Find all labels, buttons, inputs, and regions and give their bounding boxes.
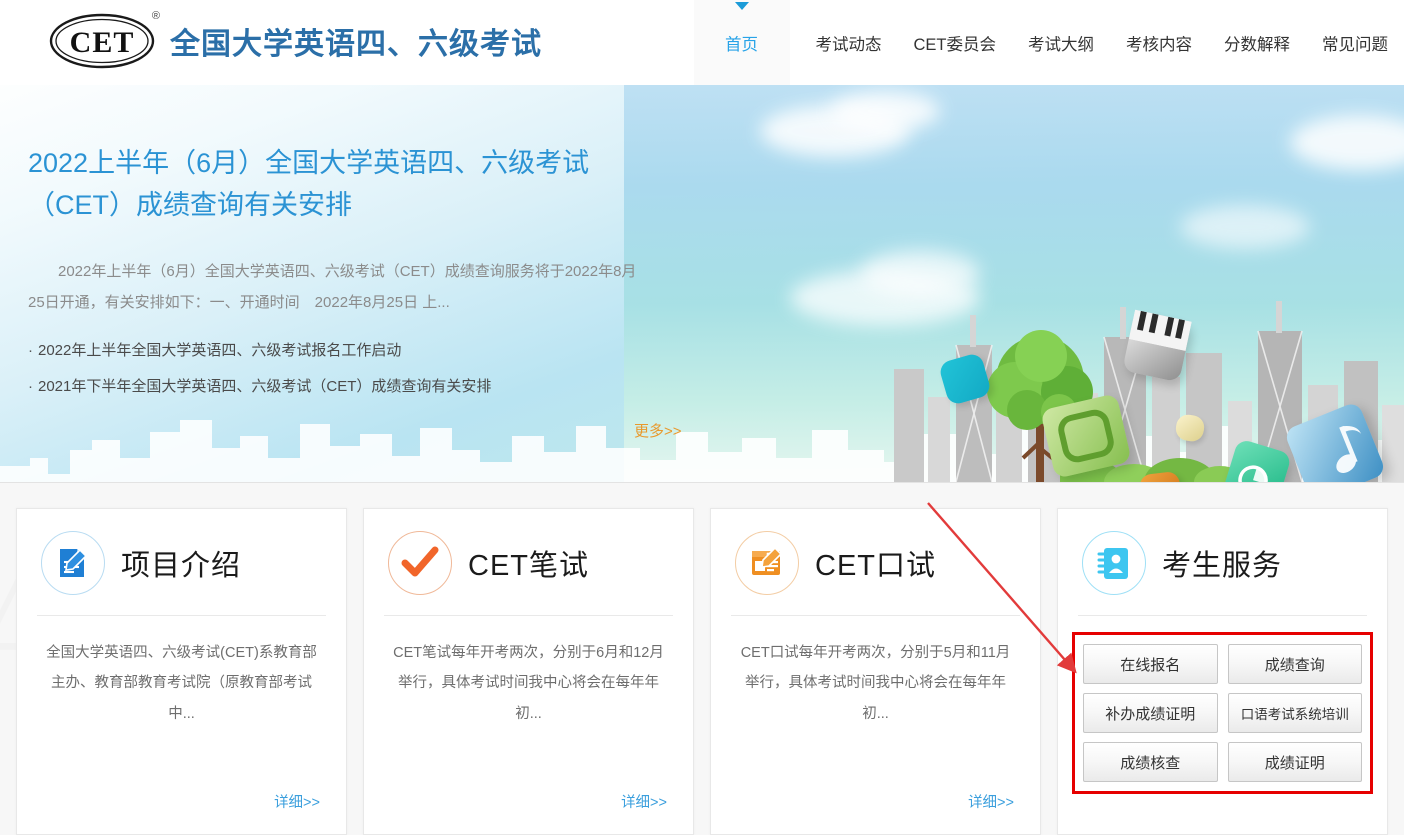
service-button-score-query[interactable]: 成绩查询: [1228, 644, 1363, 684]
card-detail-link[interactable]: 详细>>: [968, 791, 1014, 812]
banner-news-list: · 2022年上半年全国大学英语四、六级考试报名工作启动 · 2021年下半年全…: [28, 343, 668, 415]
nav-label: 考核内容: [1126, 31, 1192, 55]
card-header: 项目介绍: [17, 509, 346, 615]
card-detail-link[interactable]: 详细>>: [274, 791, 320, 812]
nav-item-score-explanation[interactable]: 分数解释: [1208, 0, 1306, 85]
service-button-score-certificate[interactable]: 成绩证明: [1228, 742, 1363, 782]
list-item[interactable]: · 2022年上半年全国大学英语四、六级考试报名工作启动: [28, 343, 668, 358]
card-header: 考生服务: [1058, 509, 1387, 615]
services-highlight-box: 在线报名 成绩查询 补办成绩证明 口语考试系统培训 成绩核查 成绩证明: [1072, 632, 1373, 794]
address-book-icon: [1082, 531, 1146, 595]
card-header: CET笔试: [364, 509, 693, 615]
card-description: CET笔试每年开考两次，分别于6月和12月举行，具体考试时间我中心将会在每年年初…: [364, 616, 693, 729]
news-link-label: 2021年下半年全国大学英语四、六级考试（CET）成绩查询有关安排: [38, 379, 491, 394]
feature-cards: 项目介绍 全国大学英语四、六级考试(CET)系教育部主办、教育部教育考试院（原教…: [0, 508, 1404, 835]
bullet-icon: ·: [28, 343, 38, 358]
nav-item-exam-news[interactable]: 考试动态: [800, 0, 898, 85]
nav-label: 常见问题: [1322, 31, 1388, 55]
card-description: CET口试每年开考两次，分别于5月和11月举行，具体考试时间我中心将会在每年年初…: [711, 616, 1040, 729]
services-grid: 在线报名 成绩查询 补办成绩证明 口语考试系统培训 成绩核查 成绩证明: [1083, 644, 1362, 782]
service-button-oral-exam-system-training[interactable]: 口语考试系统培训: [1228, 693, 1363, 733]
service-button-online-registration[interactable]: 在线报名: [1083, 644, 1218, 684]
nav-item-cet-committee[interactable]: CET委员会: [898, 0, 1013, 85]
site-title: 全国大学英语四、六级考试: [170, 19, 542, 63]
card-project-intro[interactable]: 项目介绍 全国大学英语四、六级考试(CET)系教育部主办、教育部教育考试院（原教…: [16, 508, 347, 835]
cloud-shape: [1180, 205, 1310, 249]
check-mark-icon: [388, 531, 452, 595]
nav-item-home[interactable]: 首页: [694, 0, 790, 85]
card-description: 全国大学英语四、六级考试(CET)系教育部主办、教育部教育考试院（原教育部考试中…: [17, 616, 346, 729]
site-header: CET ® 全国大学英语四、六级考试 首页 考试动态 CET委员会 考试大纲 考: [0, 0, 1404, 85]
page-root: CET ® 全国大学英语四、六级考试 首页 考试动态 CET委员会 考试大纲 考: [0, 0, 1404, 835]
document-pen-icon: [41, 531, 105, 595]
card-title: 考生服务: [1162, 542, 1282, 584]
site-logo[interactable]: CET ® 全国大学英语四、六级考试: [48, 12, 542, 70]
card-header: CET口试: [711, 509, 1040, 615]
divider: [1078, 615, 1367, 616]
banner-more-link[interactable]: 更多>>: [634, 420, 682, 441]
main-navigation: 首页 考试动态 CET委员会 考试大纲 考核内容 分数解释 常见问题: [694, 0, 1404, 85]
form-pen-icon: [735, 531, 799, 595]
cloud-shape: [860, 250, 980, 296]
banner-content: 2022上半年（6月）全国大学英语四、六级考试（CET）成绩查询有关安排 202…: [0, 85, 700, 483]
news-link-label: 2022年上半年全国大学英语四、六级考试报名工作启动: [38, 343, 401, 358]
hero-banner: 2022上半年（6月）全国大学英语四、六级考试（CET）成绩查询有关安排 202…: [0, 85, 1404, 483]
svg-text:CET: CET: [70, 26, 135, 59]
service-button-reissue-score-certificate[interactable]: 补办成绩证明: [1083, 693, 1218, 733]
card-cet-written-exam[interactable]: CET笔试 CET笔试每年开考两次，分别于6月和12月举行，具体考试时间我中心将…: [363, 508, 694, 835]
banner-headline[interactable]: 2022上半年（6月）全国大学英语四、六级考试（CET）成绩查询有关安排: [28, 143, 668, 227]
cloud-shape: [830, 91, 940, 131]
caret-down-icon: [735, 2, 749, 10]
banner-description: 2022年上半年（6月）全国大学英语四、六级考试（CET）成绩查询服务将于202…: [28, 257, 648, 319]
nav-item-assessment-content[interactable]: 考核内容: [1110, 0, 1208, 85]
list-item[interactable]: · 2021年下半年全国大学英语四、六级考试（CET）成绩查询有关安排: [28, 379, 668, 394]
nav-label: 考试动态: [816, 31, 882, 55]
nav-spacer: [790, 0, 800, 85]
nav-label: 首页: [725, 31, 758, 55]
nav-item-syllabus[interactable]: 考试大纲: [1012, 0, 1110, 85]
card-examinee-services[interactable]: 考生服务 在线报名 成绩查询 补办成绩证明 口语考试系统培训 成绩核查 成绩证明: [1057, 508, 1388, 835]
nav-label: 分数解释: [1224, 31, 1290, 55]
registered-mark: ®: [152, 10, 160, 22]
card-title: CET口试: [815, 542, 936, 584]
cet-logo-icon: CET ®: [48, 12, 156, 70]
card-detail-link[interactable]: 详细>>: [621, 791, 667, 812]
nav-label: 考试大纲: [1028, 31, 1094, 55]
card-title: 项目介绍: [121, 542, 241, 584]
nav-label: CET委员会: [914, 31, 997, 55]
bullet-icon: ·: [28, 379, 38, 394]
nav-item-faq[interactable]: 常见问题: [1306, 0, 1404, 85]
service-button-score-verification[interactable]: 成绩核查: [1083, 742, 1218, 782]
card-title: CET笔试: [468, 542, 589, 584]
card-cet-oral-exam[interactable]: CET口试 CET口试每年开考两次，分别于5月和11月举行，具体考试时间我中心将…: [710, 508, 1041, 835]
